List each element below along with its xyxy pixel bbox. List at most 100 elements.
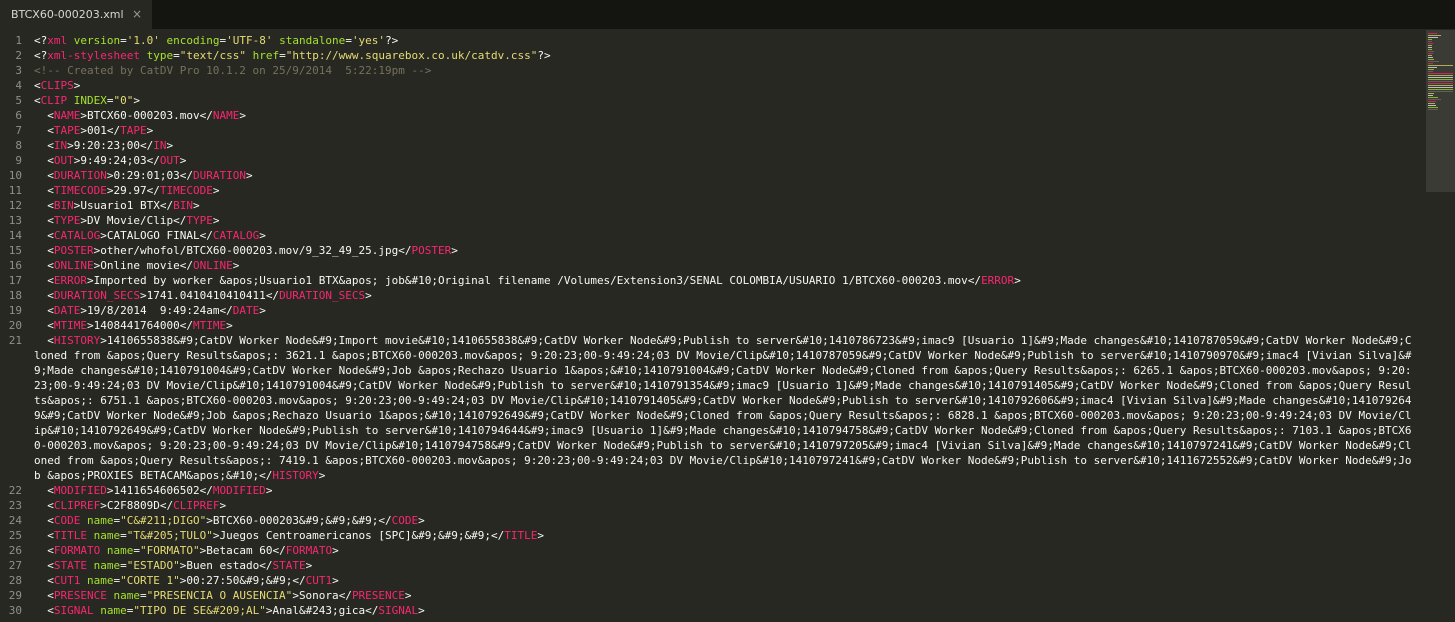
xml-punctuation: < (47, 214, 54, 227)
xml-punctuation: < (47, 319, 54, 332)
minimap-line (1428, 89, 1453, 90)
xml-punctuation: > (232, 259, 240, 272)
xml-punctuation: </ (378, 514, 392, 527)
xml-punctuation: </ (398, 244, 412, 257)
xml-punctuation: < (47, 289, 54, 302)
code-line: <ONLINE>Online movie</ONLINE> (34, 258, 1418, 273)
xml-punctuation: > (365, 289, 372, 302)
xml-punctuation: </ (159, 499, 174, 512)
code-area[interactable]: <?xml version='1.0' encoding='UTF-8' sta… (34, 30, 1418, 622)
xml-tag-name: CODE (391, 514, 419, 527)
xml-punctuation: < (34, 79, 41, 92)
xml-punctuation: > (212, 184, 220, 197)
xml-tag-name: POSTER (411, 244, 452, 257)
xml-punctuation: < (47, 544, 54, 557)
line-number: 18 (8, 289, 22, 302)
xml-punctuation: < (34, 94, 41, 107)
xml-tag-name: IN (53, 139, 68, 152)
minimap-line (1428, 97, 1438, 98)
minimap-line (1428, 61, 1439, 62)
xml-text (34, 514, 47, 527)
xml-string: "http://www.squarebox.co.uk/catdv.css" (285, 49, 538, 62)
code-line: <ERROR>Imported by worker &apos;Usuario1… (34, 273, 1418, 288)
xml-punctuation: </ (199, 109, 213, 122)
xml-attribute: name (100, 604, 127, 617)
xml-punctuation: > (332, 574, 339, 587)
xml-punctuation: > (239, 109, 246, 122)
line-number: 15 (8, 244, 22, 257)
xml-tag-name: TITLE (504, 529, 538, 542)
line-number: 28 (8, 574, 22, 587)
xml-punctuation: > (139, 289, 147, 302)
xml-punctuation: < (47, 499, 54, 512)
xml-punctuation: = (106, 94, 114, 107)
code-line: <CODE name="C&#211;DIGO">BTCX60-000203&#… (34, 513, 1418, 528)
line-number: 21 (8, 334, 22, 347)
xml-text (34, 304, 47, 317)
xml-string: "0" (113, 94, 134, 107)
xml-tag-name: NAME (53, 109, 81, 122)
xml-punctuation: < (47, 199, 54, 212)
xml-punctuation: ?> (385, 34, 399, 47)
xml-attribute: encoding (166, 34, 220, 47)
xml-tag-name: MODIFIED (53, 484, 107, 497)
minimap-line (1428, 93, 1434, 94)
xml-punctuation: > (537, 529, 544, 542)
xml-punctuation: = (120, 559, 127, 572)
line-number: 24 (8, 514, 22, 527)
xml-tag-name: CATALOG (212, 229, 260, 242)
xml-punctuation: < (47, 244, 54, 257)
xml-text (34, 529, 47, 542)
code-line: <OUT>9:49:24;03</OUT> (34, 153, 1418, 168)
xml-punctuation: </ (179, 319, 193, 332)
code-editor[interactable]: 1 2 3 4 5 6 7 8 9 10 11 12 13 14 15 16 17 18 19 20 21 22 23 24 2… (0, 30, 1424, 622)
minimap[interactable] (1426, 30, 1455, 192)
xml-punctuation: < (47, 184, 54, 197)
xml-punctuation: > (133, 94, 140, 107)
xml-text (34, 244, 47, 257)
xml-tag-name: ERROR (981, 274, 1015, 287)
xml-punctuation: </ (491, 529, 505, 542)
xml-tag-name: TAPE (120, 124, 147, 137)
xml-text: 1410655838&#9;CatDV Worker Node&#9;Impor… (34, 334, 1412, 482)
line-number: 12 (8, 199, 22, 212)
xml-tag-name: ONLINE (53, 259, 94, 272)
xml-text (34, 274, 47, 287)
xml-punctuation: </ (173, 214, 187, 227)
xml-punctuation: > (292, 589, 299, 602)
xml-tag-name: HISTORY (272, 469, 319, 482)
xml-attribute: type (146, 49, 174, 62)
xml-text: Usuario1 BTX (80, 199, 160, 212)
xml-text: 1408441764000 (93, 319, 180, 332)
xml-punctuation: <? (34, 34, 48, 47)
code-line: <CLIPS> (34, 78, 1418, 93)
line-number: 7 (15, 124, 22, 137)
tab-file[interactable]: BTCX60-000203.xml × (0, 0, 152, 29)
code-line: <CUT1 name="CORTE 1">00:27:50&#9;&#9;</C… (34, 573, 1418, 588)
tab-bar: BTCX60-000203.xml × (0, 0, 1455, 29)
minimap-line (1428, 33, 1437, 34)
minimap-line (1428, 101, 1436, 102)
code-line: <POSTER>other/whofol/BTCX60-000203.mov/9… (34, 243, 1418, 258)
minimap-line (1428, 65, 1453, 66)
xml-punctuation: > (87, 319, 94, 332)
xml-tag-name: ONLINE (192, 259, 233, 272)
xml-text: 9:20:23;00 (73, 139, 140, 152)
xml-text: Imported by worker &apos;Usuario1 BTX&ap… (93, 274, 968, 287)
xml-punctuation: </ (159, 199, 174, 212)
xml-punctuation: < (47, 304, 54, 317)
xml-punctuation: > (87, 274, 94, 287)
xml-text (80, 514, 87, 527)
xml-text (34, 169, 47, 182)
xml-punctuation: > (418, 604, 425, 617)
line-number: 4 (15, 79, 22, 92)
xml-punctuation: > (80, 124, 87, 137)
line-number: 30 (8, 604, 22, 617)
xml-punctuation: > (212, 214, 220, 227)
close-icon[interactable]: × (132, 0, 142, 29)
minimap-line (1428, 103, 1435, 104)
minimap-line (1428, 85, 1453, 86)
xml-punctuation: </ (272, 544, 286, 557)
line-number: 16 (8, 259, 22, 272)
code-line: <!-- Created by CatDV Pro 10.1.2 on 25/9… (34, 63, 1418, 78)
